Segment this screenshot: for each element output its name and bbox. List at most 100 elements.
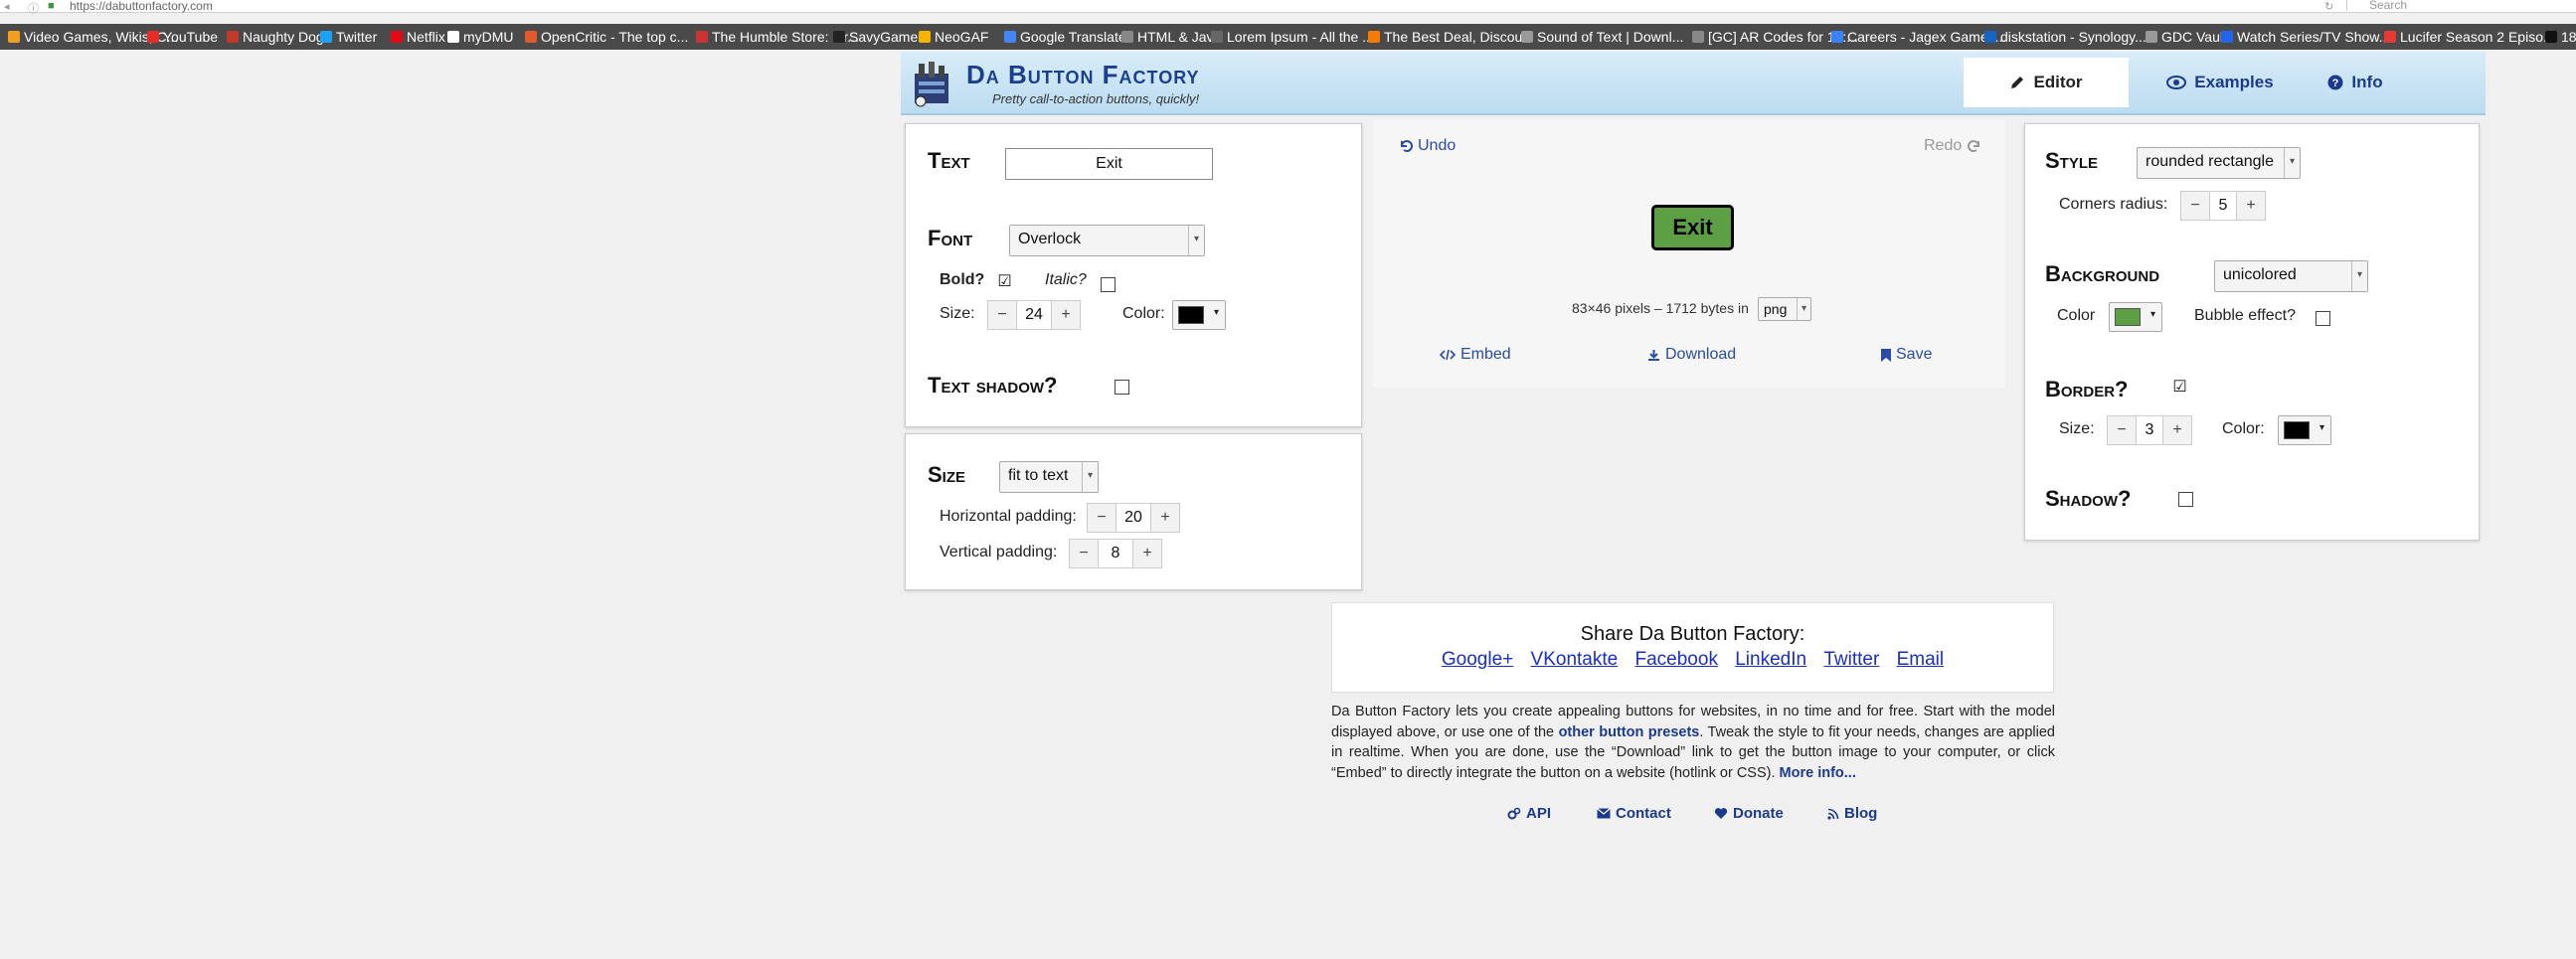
decrement-button[interactable]: − (1088, 504, 1116, 532)
bookmark-favicon-icon (8, 31, 20, 43)
share-twitter-link[interactable]: Twitter (1823, 649, 1879, 670)
increment-button[interactable]: + (1151, 504, 1179, 532)
font-size-value[interactable]: 24 (1016, 301, 1052, 329)
text-shadow-checkbox[interactable] (1115, 380, 1129, 395)
embed-link[interactable]: Embed (1440, 346, 1511, 364)
bookmark-item[interactable]: Netflix (391, 29, 445, 45)
bookmark-item[interactable]: Twitter (320, 29, 377, 45)
size-mode-select[interactable]: fit to text ▾ (999, 461, 1099, 493)
bookmark-item[interactable]: The Best Deal, Discou... (1368, 29, 1534, 45)
share-googleplus-link[interactable]: Google+ (1442, 649, 1513, 670)
bubble-effect-checkbox[interactable] (2316, 311, 2330, 326)
bookmark-label: NeoGAF (935, 29, 989, 45)
bookmark-favicon-icon (2545, 31, 2557, 43)
bookmark-item[interactable]: Watch Series/TV Show... (2221, 29, 2390, 45)
bookmark-item[interactable]: myDMU (447, 29, 514, 45)
back-icon[interactable]: ◂ (4, 0, 10, 13)
shape-select[interactable]: rounded rectangle ▾ (2137, 147, 2301, 179)
vertical-padding-stepper[interactable]: − 8 + (1069, 539, 1162, 568)
bookmark-label: OpenCritic - The top c... (541, 29, 689, 45)
horizontal-padding-stepper[interactable]: − 20 + (1087, 503, 1180, 533)
border-color-picker[interactable]: ▾ (2278, 415, 2331, 445)
bookmark-label: Lucifer Season 2 Episo... (2400, 29, 2555, 45)
presets-link[interactable]: other button presets (1559, 724, 1700, 740)
shadow-checkbox[interactable] (2178, 492, 2193, 507)
contact-link[interactable]: Contact (1597, 805, 1671, 822)
bookmark-item[interactable]: GDC Vault (2146, 29, 2227, 45)
envelope-icon (1597, 808, 1611, 819)
redo-button[interactable]: Redo (1924, 137, 1986, 155)
background-type-value: unicolored (2223, 266, 2297, 283)
color-swatch (2284, 421, 2310, 439)
border-size-stepper[interactable]: − 3 + (2107, 415, 2192, 445)
bookmark-item[interactable]: NeoGAF (919, 29, 988, 45)
format-select[interactable]: png ▾ (1758, 297, 1811, 321)
save-link[interactable]: Save (1881, 346, 1932, 364)
corners-radius-stepper[interactable]: − 5 + (2180, 191, 2266, 221)
decrement-button[interactable]: − (2108, 416, 2136, 444)
browser-search-input[interactable]: Search (2346, 0, 2576, 12)
bookmark-item[interactable]: diskstation - Synology... (1984, 29, 2147, 45)
bookmark-item[interactable]: Lorem Ipsum - All the ... (1211, 29, 1374, 45)
share-email-link[interactable]: Email (1897, 649, 1945, 670)
bookmark-item[interactable]: Lucifer Season 2 Episo... (2384, 29, 2555, 45)
more-info-link[interactable]: More info... (1780, 765, 1856, 781)
info-icon[interactable]: ⓘ (28, 0, 39, 16)
decrement-button[interactable]: − (1070, 540, 1098, 567)
tab-editor[interactable]: Editor (1964, 58, 2129, 107)
factory-logo-icon[interactable] (911, 60, 952, 107)
background-type-select[interactable]: unicolored ▾ (2214, 260, 2368, 292)
api-link[interactable]: API (1507, 805, 1551, 822)
increment-button[interactable]: + (2163, 416, 2191, 444)
italic-checkbox[interactable] (1101, 277, 1116, 292)
bookmark-favicon-icon (1521, 31, 1533, 43)
font-color-picker[interactable]: ▾ (1172, 300, 1226, 330)
bookmark-favicon-icon (2146, 31, 2157, 43)
font-select[interactable]: Overlock ▾ (1009, 225, 1205, 256)
size-mode-value: fit to text (1008, 467, 1069, 484)
increment-button[interactable]: + (2237, 192, 2265, 220)
bookmark-item[interactable]: Naughty Dog (227, 29, 324, 45)
donate-link[interactable]: Donate (1714, 805, 1784, 822)
decrement-button[interactable]: − (988, 301, 1016, 329)
bookmark-item[interactable]: Sound of Text | Downl... (1521, 29, 1683, 45)
redo-label: Redo (1924, 137, 1963, 154)
bookmark-item[interactable]: Careers - Jagex Games... (1831, 29, 2006, 45)
generated-button-preview[interactable]: Exit (1651, 205, 1734, 250)
bookmark-favicon-icon (1121, 31, 1133, 43)
bookmark-item[interactable]: 180 F (2545, 29, 2576, 45)
bold-checkbox[interactable]: ☑ (997, 274, 1012, 290)
font-size-stepper[interactable]: − 24 + (987, 300, 1081, 330)
site-title[interactable]: Da Button Factory (966, 60, 1200, 90)
undo-button[interactable]: Undo (1399, 137, 1456, 155)
corners-radius-value[interactable]: 5 (2209, 192, 2237, 220)
increment-button[interactable]: + (1133, 540, 1161, 567)
button-text-input[interactable]: Exit (1005, 148, 1213, 180)
share-facebook-link[interactable]: Facebook (1635, 649, 1718, 670)
horizontal-padding-value[interactable]: 20 (1116, 504, 1151, 532)
share-vkontakte-link[interactable]: VKontakte (1531, 649, 1619, 670)
site-header: Da Button Factory Pretty call-to-action … (901, 52, 2486, 115)
bookmark-item[interactable]: YouTube (147, 29, 218, 45)
url-field[interactable]: https://dabuttonfactory.com (70, 0, 213, 13)
bookmark-item[interactable]: HTML & Java (1121, 29, 1221, 45)
vertical-padding-value[interactable]: 8 (1098, 540, 1133, 567)
decrement-button[interactable]: − (2181, 192, 2209, 220)
blog-link[interactable]: Blog (1827, 805, 1877, 822)
bookmark-item[interactable]: OpenCritic - The top c... (525, 29, 688, 45)
tab-examples[interactable]: Examples (2155, 58, 2285, 107)
caret-down-icon: ▾ (2318, 422, 2324, 433)
bookmark-item[interactable]: Google Translate (1004, 29, 1126, 45)
tab-info[interactable]: ? Info (2311, 58, 2400, 107)
download-link[interactable]: Download (1647, 346, 1736, 364)
background-heading: Background (2045, 261, 2160, 286)
increment-button[interactable]: + (1052, 301, 1080, 329)
bookmark-label: YouTube (163, 29, 219, 45)
background-color-picker[interactable]: ▾ (2109, 302, 2162, 332)
bookmark-item[interactable]: SavyGamer (833, 29, 923, 45)
border-checkbox[interactable]: ☑ (2172, 380, 2187, 396)
reload-icon[interactable]: ↻ (2324, 0, 2333, 13)
border-size-value[interactable]: 3 (2136, 416, 2163, 444)
share-linkedin-link[interactable]: LinkedIn (1735, 649, 1806, 670)
bookmark-favicon-icon (2384, 31, 2396, 43)
